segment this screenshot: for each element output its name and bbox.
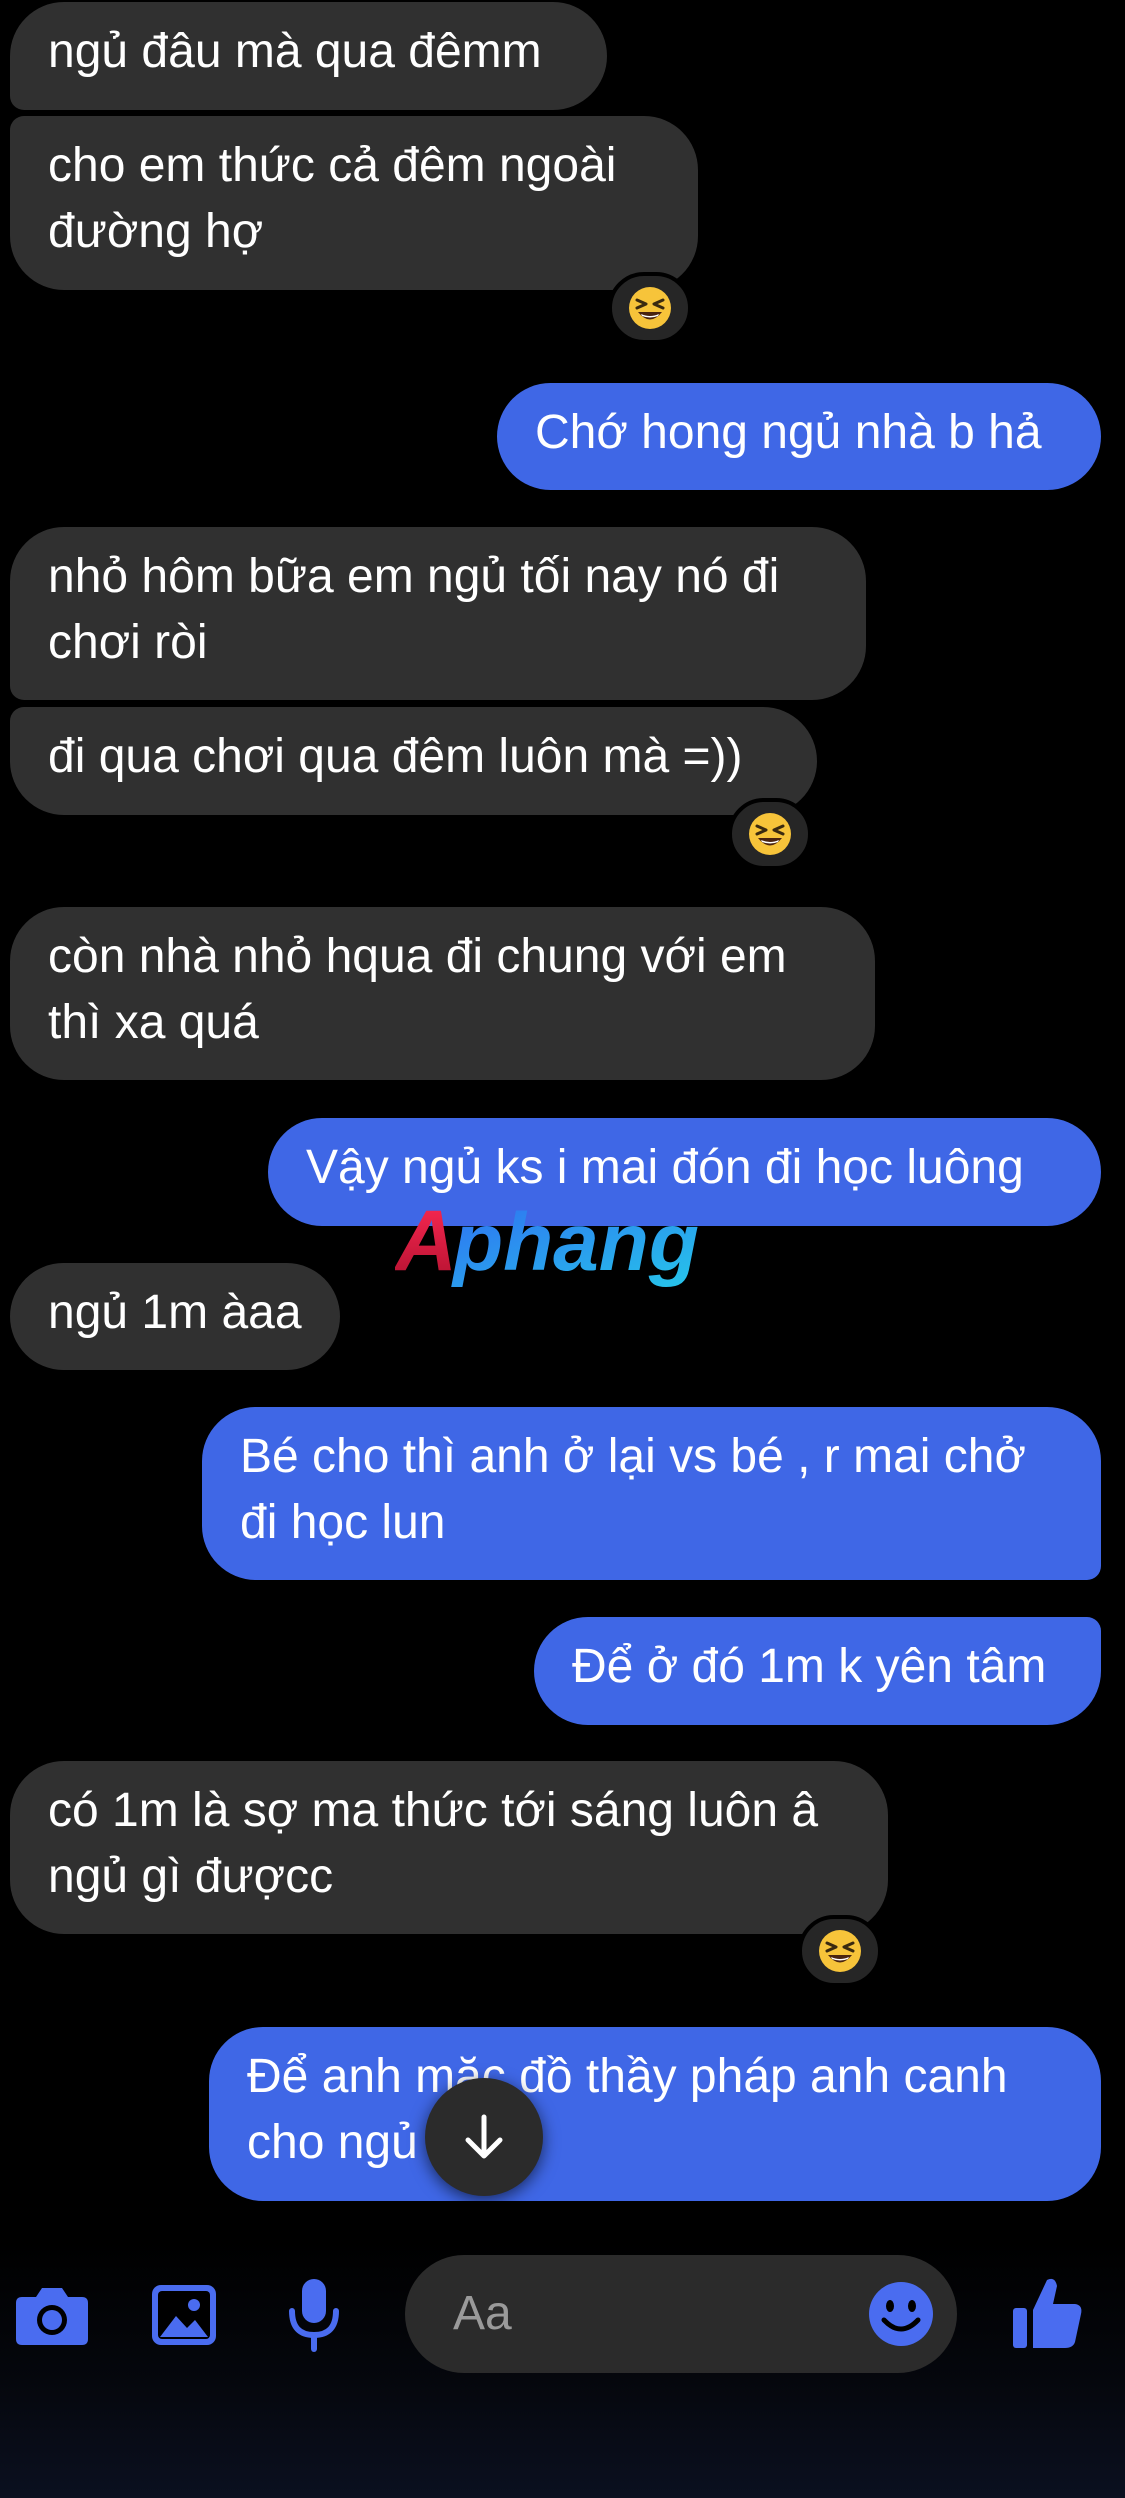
camera-icon <box>16 2288 88 2345</box>
reaction-laughing-emoji[interactable] <box>608 272 692 344</box>
message-outgoing[interactable]: Chớ hong ngủ nhà b hả <box>497 383 1101 490</box>
svg-text:phang: phang <box>451 1197 699 1288</box>
like-button[interactable] <box>1008 2272 1088 2354</box>
message-outgoing[interactable]: Để anh mặc đồ thầy pháp anh canh cho ngủ <box>209 2027 1101 2201</box>
message-incoming[interactable]: ngủ 1m àaa <box>10 1263 340 1370</box>
laughing-emoji-icon <box>749 813 791 855</box>
arrow-down-icon <box>465 2114 503 2159</box>
microphone-icon <box>289 2279 339 2352</box>
laughing-emoji-icon <box>629 287 671 329</box>
message-incoming[interactable]: còn nhà nhỏ hqua đi chung với em thì xa … <box>10 907 875 1080</box>
message-incoming[interactable]: cho em thức cả đêm ngoài đường hợ <box>10 116 698 290</box>
image-icon <box>152 2285 216 2345</box>
emoji-icon <box>869 2282 933 2346</box>
message-outgoing[interactable]: Để ở đó 1m k yên tâm <box>534 1617 1101 1725</box>
scroll-to-bottom-button[interactable] <box>425 2078 543 2196</box>
message-list: ngủ đâu mà qua đêmm cho em thức cả đêm n… <box>0 0 1125 2240</box>
message-incoming[interactable]: nhỏ hôm bữa em ngủ tối nay nó đi chơi rò… <box>10 527 866 700</box>
composer-bar: Aa <box>0 2240 1125 2498</box>
svg-text:A: A <box>395 1196 457 1289</box>
watermark-logo: A phang <box>393 1193 735 1306</box>
message-input[interactable]: Aa <box>405 2255 957 2373</box>
camera-button[interactable] <box>12 2280 92 2350</box>
reaction-laughing-emoji[interactable] <box>798 1915 882 1987</box>
microphone-button[interactable] <box>284 2275 344 2355</box>
message-input-placeholder: Aa <box>453 2287 512 2340</box>
laughing-emoji-icon <box>819 1930 861 1972</box>
message-outgoing[interactable]: Bé cho thì anh ở lại vs bé , r mai chở đ… <box>202 1407 1101 1580</box>
reaction-laughing-emoji[interactable] <box>728 798 812 870</box>
message-incoming[interactable]: đi qua chơi qua đêm luôn mà =)) <box>10 707 817 815</box>
gallery-button[interactable] <box>148 2280 220 2350</box>
message-incoming[interactable]: có 1m là sợ ma thức tới sáng luôn â ngủ … <box>10 1761 888 1934</box>
thumbs-up-icon <box>1013 2278 1082 2348</box>
message-incoming[interactable]: ngủ đâu mà qua đêmm <box>10 2 607 110</box>
emoji-button[interactable] <box>866 2279 936 2349</box>
